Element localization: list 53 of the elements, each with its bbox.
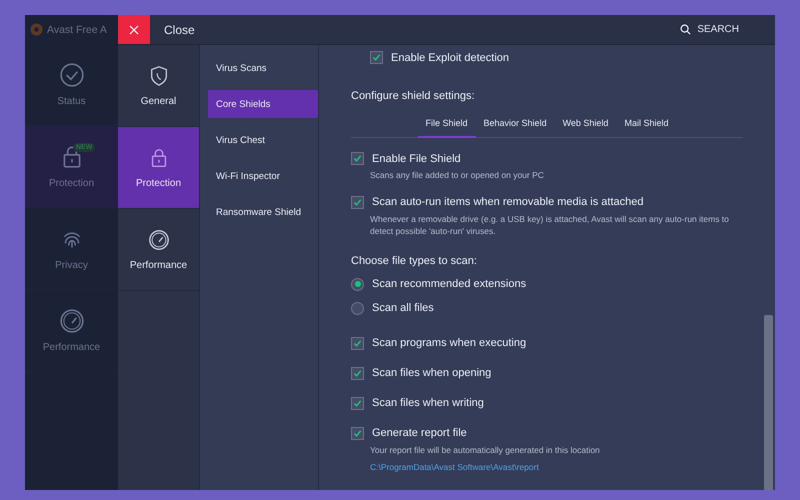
close-label[interactable]: Close [164,22,195,36]
radio-label: Scan recommended extensions [372,278,526,290]
report-path-link[interactable]: C:\ProgramData\Avast Software\Avast\report [370,462,539,472]
checkbox[interactable] [351,196,364,209]
submenu-item[interactable]: Wi-Fi Inspector [208,158,318,194]
option-description: Whenever a removable drive (e.g. a USB key) is attached, Avast will scan any auto-run items to detect possible 'auto-run' viruses. [370,214,730,238]
option-description: Scans any file added to or opened on your PC [370,170,545,182]
close-button[interactable] [118,15,150,44]
checkbox[interactable] [370,51,383,64]
section-title: Choose file types to scan: [351,254,478,267]
checkbox[interactable] [351,366,364,380]
section-title: Configure shield settings: [351,90,476,102]
speedometer-icon [148,228,170,250]
category-label: Protection [136,178,182,188]
checkbox[interactable] [351,396,364,410]
category-tab[interactable]: Protection [118,127,199,209]
search-icon [680,24,692,35]
checkbox-label: Scan programs when executing [372,337,526,350]
close-icon [129,24,139,34]
shield-tab[interactable]: Mail Shield [616,113,676,138]
checkbox-label: Scan auto-run items when removable media is attached [372,196,644,208]
shield-tab[interactable]: File Shield [418,113,476,138]
app-title: Avast Free A [47,24,107,36]
nav-label: Protection [48,178,94,189]
shield-tab[interactable]: Behavior Shield [476,113,555,138]
nav-label: Status [57,96,86,107]
category-label: General [140,96,176,106]
logo-icon [29,22,44,37]
radio-label: Scan all files [372,302,434,314]
submenu-item[interactable]: Virus Chest [208,122,318,158]
radio-button[interactable] [351,278,364,291]
checkbox-label: Scan files when writing [372,397,484,410]
checkbox-label: Scan files when opening [372,367,492,380]
checkmark-circle-icon [58,62,84,88]
checkbox[interactable] [351,152,364,165]
radio-button[interactable] [351,302,364,315]
submenu-item[interactable]: Virus Scans [208,50,318,86]
nav-label: Performance [42,342,100,353]
category-tab[interactable]: Performance [118,209,199,291]
checkbox[interactable] [351,336,364,350]
speedometer-icon [58,308,84,334]
submenu-item[interactable]: Core Shields [208,90,318,118]
option-description: Your report file will be automatically generated in this location [370,444,601,457]
checkbox[interactable] [351,426,364,440]
search-button[interactable]: SEARCH [674,23,745,36]
scrollbar-thumb[interactable] [764,315,773,490]
submenu-item[interactable]: Ransomware Shield [208,194,318,230]
category-label: Performance [130,260,188,270]
checkbox-label: Enable File Shield [372,152,461,164]
checkbox-label: Generate report file [372,427,467,440]
shield-tab[interactable]: Web Shield [554,113,616,138]
nav-label: Privacy [55,260,88,271]
checkbox-label: Enable Exploit detection [391,52,510,64]
